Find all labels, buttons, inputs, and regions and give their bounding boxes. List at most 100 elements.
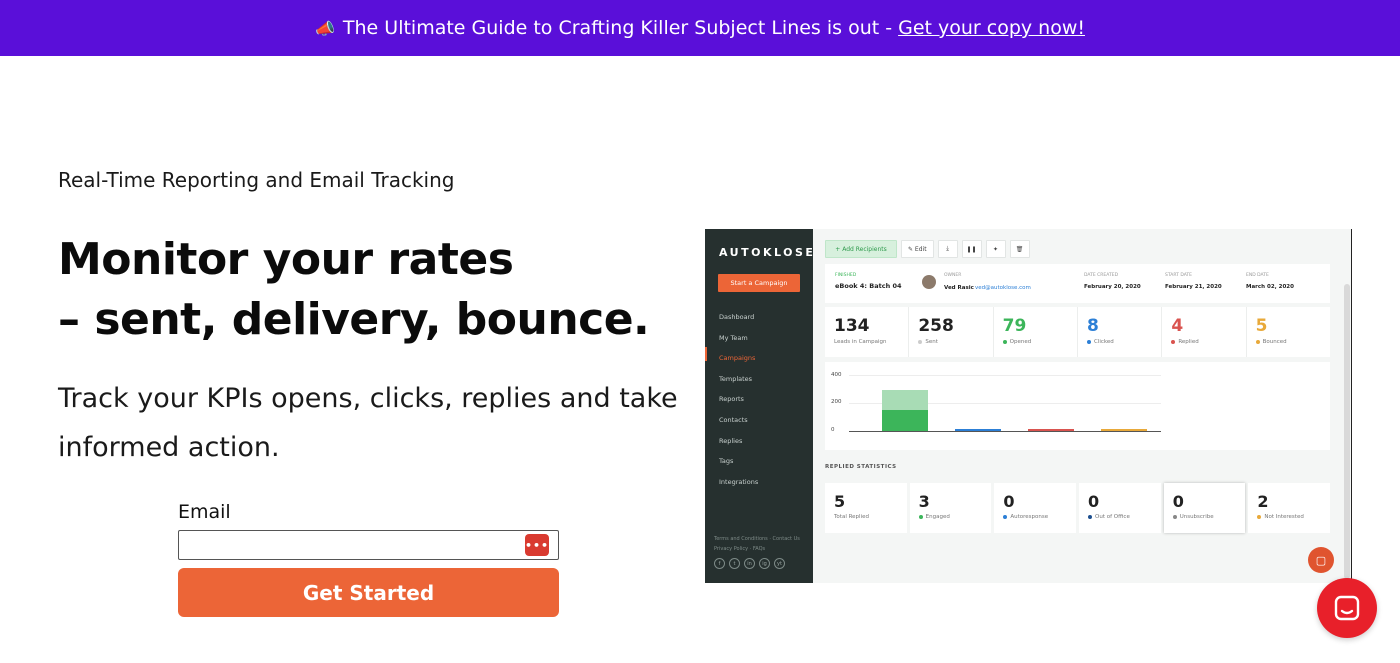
replied-value: 5 bbox=[834, 492, 846, 511]
social-icon: in bbox=[744, 558, 755, 569]
stat-label: Sent bbox=[925, 339, 938, 345]
dashboard-nav-item: My Team bbox=[719, 333, 748, 342]
autoklose-logo: AUTOKLOSE bbox=[719, 246, 816, 259]
social-icon: ig bbox=[759, 558, 770, 569]
status-dot-icon bbox=[1003, 515, 1008, 519]
dashboard-nav-item: Replies bbox=[719, 436, 743, 445]
active-nav-marker bbox=[705, 347, 707, 361]
replied-card: 0 Autoresponse bbox=[994, 483, 1077, 533]
stat-label: Replied bbox=[1178, 339, 1199, 345]
dashboard-nav-item: Integrations bbox=[719, 477, 759, 486]
dashboard-nav-item: Reports bbox=[719, 395, 744, 404]
trash-icon: 🗑 bbox=[1009, 240, 1030, 258]
stat-value: 258 bbox=[918, 316, 954, 336]
replied-label-row: Engaged bbox=[918, 514, 992, 520]
stat-label-row: Replied bbox=[1171, 339, 1245, 345]
campaign-name: eBook 4: Batch 04 bbox=[835, 282, 902, 290]
status-dot-icon bbox=[1171, 340, 1176, 344]
owner-email: ved@autoklose.com bbox=[975, 285, 1031, 291]
date-created: February 20, 2020 bbox=[1084, 284, 1141, 290]
campaign-status: FINISHED bbox=[835, 273, 857, 278]
chat-bubble-icon bbox=[1334, 595, 1360, 621]
status-dot-icon bbox=[1255, 340, 1260, 344]
replied-card: 3 Engaged bbox=[909, 483, 992, 533]
chart-bar-segment bbox=[882, 410, 928, 431]
replied-value: 0 bbox=[1172, 492, 1184, 511]
hero-eyebrow: Real-Time Reporting and Email Tracking bbox=[58, 168, 455, 192]
campaign-toolbar: + Add Recipients ✎ Edit ⤓ ❚❚ ✦ 🗑 bbox=[825, 240, 1030, 258]
replied-label: Out of Office bbox=[1095, 514, 1130, 520]
stat-card: 4 Replied bbox=[1162, 307, 1247, 357]
owner-name: Ved Rasic bbox=[944, 285, 974, 291]
status-dot-icon bbox=[918, 340, 923, 344]
sidebar-footer: Terms and Conditions · Contact Us Privac… bbox=[714, 534, 800, 554]
chart-bar-segment bbox=[1101, 429, 1147, 431]
dashboard-nav-item: Dashboard bbox=[719, 313, 755, 321]
chart-bar-segment bbox=[955, 429, 1001, 431]
get-started-button[interactable]: Get Started bbox=[178, 568, 559, 617]
dashboard-screenshot: AUTOKLOSE Start a Campaign Dashboard My T… bbox=[705, 229, 1352, 583]
end-date: March 02, 2020 bbox=[1246, 284, 1294, 290]
stat-card: 5 Bounced bbox=[1247, 307, 1330, 357]
replied-label-row: Out of Office bbox=[1088, 514, 1161, 520]
stat-value: 4 bbox=[1171, 316, 1184, 336]
stat-value: 8 bbox=[1086, 316, 1099, 336]
screenshot-scrollbar bbox=[1344, 284, 1350, 579]
dashboard-nav-item: Contacts bbox=[719, 415, 748, 424]
password-manager-icon[interactable]: ••• bbox=[525, 534, 549, 556]
stat-card: 79 Opened bbox=[994, 307, 1078, 357]
replied-label-row: Autoresponse bbox=[1003, 514, 1076, 520]
footer-links-2: Privacy Policy · FAQs bbox=[714, 546, 766, 552]
chart-baseline bbox=[849, 431, 1161, 432]
status-dot-icon bbox=[1086, 340, 1091, 344]
dashboard-nav-item: Templates bbox=[719, 374, 753, 383]
hero-subhead: Track your KPIs opens, clicks, replies a… bbox=[58, 383, 678, 463]
campaign-info-card: FINISHED eBook 4: Batch 04 OWNER Ved Ras… bbox=[825, 264, 1330, 303]
stat-label-row: Leads in Campaign bbox=[834, 339, 908, 345]
replied-label: Total Replied bbox=[834, 514, 869, 520]
owner-avatar bbox=[922, 275, 936, 289]
stat-label: Leads in Campaign bbox=[834, 339, 887, 345]
status-dot-icon bbox=[918, 515, 923, 519]
chart-bar-segment bbox=[1028, 429, 1074, 431]
replied-value: 0 bbox=[1003, 492, 1015, 511]
stat-value: 134 bbox=[834, 316, 870, 336]
replied-card: 0 Unsubscribe bbox=[1163, 483, 1246, 533]
hero-headline: Monitor your rates – sent, delivery, bou… bbox=[58, 230, 650, 350]
social-icon: t bbox=[729, 558, 740, 569]
announcement-banner: 📣 The Ultimate Guide to Crafting Killer … bbox=[0, 0, 1400, 56]
banner-link[interactable]: Get your copy now! bbox=[898, 17, 1085, 39]
start-date: February 21, 2020 bbox=[1165, 284, 1222, 290]
dashboard-nav-item: Campaigns bbox=[719, 354, 756, 363]
replied-label-row: Total Replied bbox=[834, 514, 907, 520]
headline-line-2: – sent, delivery, bounce. bbox=[58, 294, 650, 345]
replied-label-row: Not Interested bbox=[1257, 514, 1330, 520]
stat-card: 134 Leads in Campaign bbox=[825, 307, 910, 357]
social-icons: f t in ig yt bbox=[714, 558, 785, 569]
stat-value: 5 bbox=[1255, 316, 1268, 336]
social-icon: f bbox=[714, 558, 725, 569]
replied-label: Autoresponse bbox=[1010, 514, 1049, 520]
status-dot-icon bbox=[1257, 515, 1262, 519]
mini-chat-icon: ▢ bbox=[1308, 547, 1334, 573]
chat-launcher-button[interactable] bbox=[1317, 578, 1377, 638]
owner-label: OWNER bbox=[944, 273, 962, 278]
replied-statistics-title: REPLIED STATISTICS bbox=[825, 464, 897, 470]
dashboard-sidebar: AUTOKLOSE Start a Campaign Dashboard My T… bbox=[705, 229, 813, 583]
stat-label: Opened bbox=[1009, 339, 1032, 345]
footer-links-1: Terms and Conditions · Contact Us bbox=[714, 536, 800, 542]
stat-label: Clicked bbox=[1093, 339, 1114, 345]
replied-stats: 5 Total Replied 3 Engaged 0 Autoresponse 0 Out … bbox=[825, 483, 1331, 533]
replied-label: Not Interested bbox=[1264, 514, 1304, 520]
replied-label-row: Unsubscribe bbox=[1172, 514, 1246, 520]
date-created-label: DATE CREATED bbox=[1084, 273, 1119, 278]
replied-card: 2 Not Interested bbox=[1248, 483, 1331, 533]
download-icon: ⤓ bbox=[937, 240, 958, 258]
stat-label-row: Clicked bbox=[1086, 339, 1161, 345]
email-label: Email bbox=[178, 501, 231, 523]
email-input[interactable] bbox=[179, 531, 519, 559]
status-dot-icon bbox=[1002, 340, 1007, 344]
replied-value: 0 bbox=[1088, 492, 1100, 511]
replied-value: 2 bbox=[1257, 492, 1269, 511]
start-campaign-button: Start a Campaign bbox=[718, 274, 800, 292]
